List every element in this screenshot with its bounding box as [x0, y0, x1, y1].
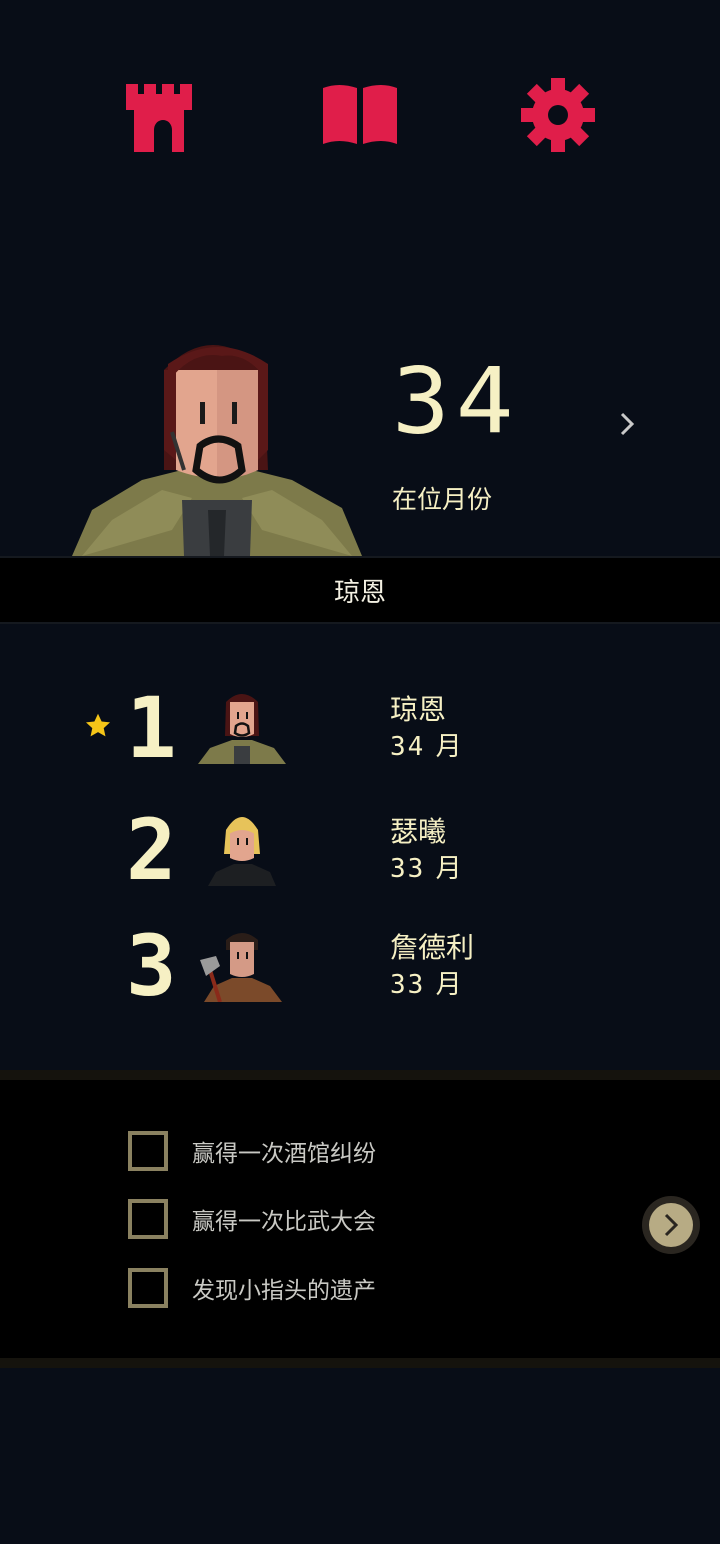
months-value: 33: [390, 970, 426, 1000]
goal-label: 赢得一次比武大会: [192, 1209, 376, 1235]
reign-months-value: 34: [392, 347, 520, 455]
chevron-right-icon[interactable]: [612, 404, 642, 444]
star-icon: [84, 712, 112, 740]
rank-number: 2: [126, 801, 177, 899]
goal-checkbox[interactable]: [128, 1268, 168, 1308]
goals-panel: 赢得一次酒馆纠纷 赢得一次比武大会 发现小指头的遗产: [0, 1070, 720, 1368]
months-unit: 月: [435, 732, 464, 762]
leaderboard-row[interactable]: 2 瑟曦 33 月: [0, 801, 720, 910]
ruler-name: 詹德利: [390, 931, 475, 964]
ruler-avatar: [196, 926, 288, 1003]
months-unit: 月: [435, 970, 464, 1000]
rank-number: 3: [126, 917, 177, 1015]
chevron-right-icon: [649, 1203, 693, 1247]
leaderboard-row[interactable]: 3 詹德利 33 月: [0, 917, 720, 1026]
goal-checkbox[interactable]: [128, 1131, 168, 1171]
ruler-months: 34 月: [390, 726, 464, 763]
ruler-months: 33 月: [390, 848, 464, 885]
months-value: 34: [390, 732, 426, 762]
ruler-name: 琼恩: [333, 577, 386, 608]
ruler-name: 琼恩: [390, 693, 447, 726]
ruler-avatar: [196, 810, 288, 886]
gear-icon[interactable]: [519, 78, 597, 152]
goal-label: 发现小指头的遗产: [192, 1278, 376, 1304]
goals-next-button[interactable]: [642, 1196, 700, 1254]
castle-icon[interactable]: [124, 78, 202, 152]
rank-number: 1: [126, 679, 177, 777]
goal-label: 赢得一次酒馆纠纷: [192, 1141, 376, 1167]
months-value: 33: [390, 854, 426, 884]
goal-item[interactable]: 发现小指头的遗产: [128, 1264, 376, 1312]
goal-item[interactable]: 赢得一次酒馆纠纷: [128, 1127, 376, 1175]
ruler-avatar: [196, 688, 288, 764]
leaderboard-row[interactable]: 1 琼恩 34 月: [0, 679, 720, 788]
months-unit: 月: [435, 854, 464, 884]
ruler-months: 33 月: [390, 964, 464, 1001]
goal-item[interactable]: 赢得一次比武大会: [128, 1195, 376, 1243]
book-icon[interactable]: [321, 78, 399, 152]
ruler-name: 瑟曦: [390, 815, 447, 848]
reign-months-label: 在位月份: [392, 485, 493, 514]
goal-checkbox[interactable]: [128, 1199, 168, 1239]
ruler-portrait: [72, 330, 362, 556]
ruler-name-bar: 琼恩: [0, 556, 720, 624]
